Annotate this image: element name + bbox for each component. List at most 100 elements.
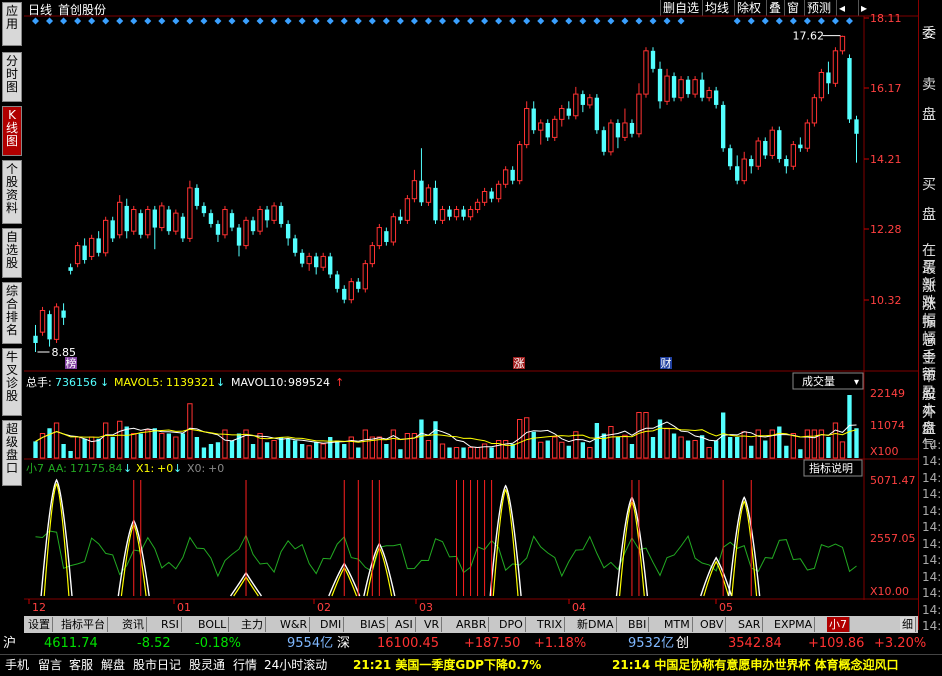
candle[interactable] [636,83,642,138]
footer-button-6[interactable]: 行情 [233,657,257,673]
candle[interactable] [461,205,466,221]
candle[interactable] [299,249,305,268]
footer-button-5[interactable]: 股灵通 [189,657,225,673]
candle[interactable] [854,115,859,163]
indicator-tab-9[interactable]: ASI [393,617,416,632]
indicator-tab-6[interactable]: W&R [278,617,311,632]
candle[interactable] [510,166,515,185]
candle[interactable] [559,104,565,127]
candle[interactable] [769,126,775,160]
candle[interactable] [545,119,550,141]
candle[interactable] [194,184,200,210]
candle[interactable] [138,209,143,239]
candle[interactable] [818,68,825,102]
candle[interactable] [166,205,172,235]
candle[interactable] [404,195,411,224]
candle[interactable] [811,94,818,127]
candle[interactable] [425,184,432,206]
indicator-tab-16[interactable]: MTM [662,617,693,632]
indicator-tab-15[interactable]: BBI [626,617,650,632]
candle[interactable] [784,155,789,174]
candle[interactable] [419,148,424,206]
candle[interactable] [728,144,733,170]
candle[interactable] [271,202,277,224]
candle[interactable] [278,202,284,228]
left-tab-6[interactable]: 牛叉诊股 [2,348,22,416]
candle[interactable] [117,195,123,239]
candle[interactable] [832,47,839,87]
candle[interactable] [453,205,460,221]
indicator-tab-1[interactable]: 指标平台 [59,617,108,632]
footer-button-4[interactable]: 股市日记 [133,657,181,673]
candle[interactable] [692,76,698,98]
candle[interactable] [517,140,523,185]
candle[interactable] [369,241,375,268]
candle[interactable] [531,101,536,134]
candle[interactable] [847,54,852,123]
candle[interactable] [61,303,66,325]
indicator-tab-8[interactable]: BIAS [358,617,389,632]
candle[interactable] [187,180,193,242]
candle[interactable] [643,47,649,98]
indicator-tab-0[interactable]: 设置 [26,617,53,632]
candle[interactable] [481,187,488,206]
candle[interactable] [320,252,326,271]
candle[interactable] [790,140,797,170]
footer-button-1[interactable]: 留言 [38,657,62,673]
candle[interactable] [335,270,340,293]
indicator-tab-4[interactable]: BOLL [196,617,230,632]
footer-button-7[interactable]: 24小时滚动 [264,657,327,673]
candle[interactable] [173,209,179,235]
candle[interactable] [502,166,509,188]
candle[interactable] [362,260,368,293]
candle[interactable] [433,180,438,224]
candle[interactable] [678,76,684,102]
indicator-tab-12[interactable]: DPO [497,617,526,632]
indicator-tab-20[interactable]: 小7 [827,617,850,632]
candle[interactable] [699,72,705,102]
candle[interactable] [798,137,803,152]
candle[interactable] [538,119,544,145]
candle[interactable] [622,108,628,141]
candle[interactable] [110,216,115,242]
news-ticker-1[interactable]: 21:21 美国一季度GDP下降0.7% [353,657,541,673]
candle[interactable] [713,86,719,109]
candle[interactable] [243,216,249,250]
candle[interactable] [741,151,747,185]
candle[interactable] [74,241,81,268]
candle[interactable] [328,252,333,279]
candle[interactable] [594,94,600,134]
candle[interactable] [68,263,73,275]
indicator-tab-11[interactable]: ARBR [454,617,490,632]
left-tab-0[interactable]: 应用 [2,2,22,46]
candle[interactable] [615,119,621,149]
candle[interactable] [601,126,607,156]
candle[interactable] [608,119,614,156]
candle[interactable] [152,205,157,250]
candle[interactable] [384,227,389,246]
candle[interactable] [131,205,137,235]
candle[interactable] [250,216,256,235]
candle[interactable] [124,198,129,239]
candle[interactable] [208,209,214,228]
indicator-tab-13[interactable]: TRIX [535,617,566,632]
candle[interactable] [439,205,446,224]
candle[interactable] [587,94,593,109]
candle[interactable] [629,119,635,138]
candle[interactable] [755,137,761,170]
candle[interactable] [180,213,186,242]
candle[interactable] [763,137,768,160]
candle[interactable] [566,101,571,120]
candle[interactable] [264,205,270,228]
candle[interactable] [39,306,46,336]
candle[interactable] [804,119,811,152]
candle[interactable] [474,198,481,214]
candle[interactable] [33,324,38,352]
candle[interactable] [657,61,663,109]
candle[interactable] [348,278,354,304]
candle[interactable] [103,216,109,257]
candle[interactable] [215,220,221,242]
candle[interactable] [88,234,95,261]
left-tab-7[interactable]: 超级盘口 [2,420,22,486]
indicator-tab-14[interactable]: 新DMA [575,617,617,632]
